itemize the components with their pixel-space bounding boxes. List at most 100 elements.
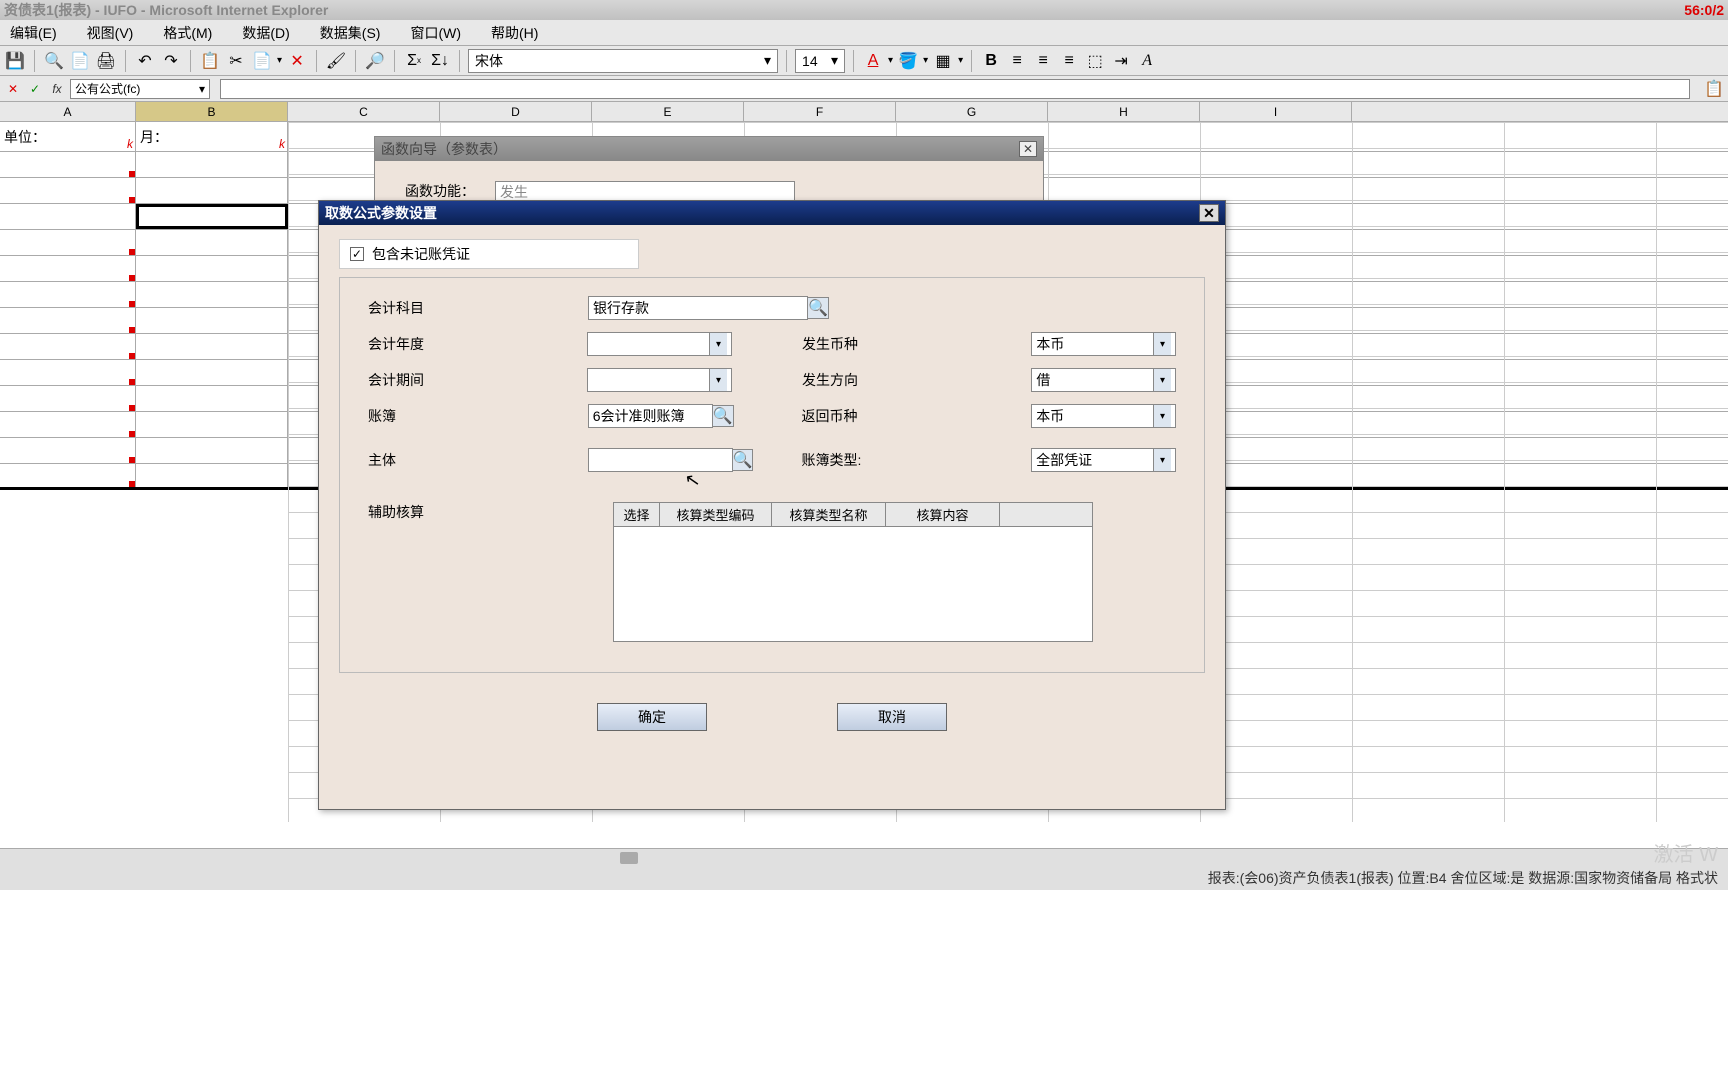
fx-icon[interactable]: fx [48, 80, 66, 98]
menu-format[interactable]: 格式(M) [163, 23, 212, 43]
occur-direction-combo[interactable]: 借 ▾ [1031, 368, 1176, 392]
chevron-down-icon[interactable]: ▾ [199, 82, 205, 96]
dropdown-arrow-icon[interactable]: ▾ [958, 55, 963, 66]
return-currency-combo[interactable]: 本币 ▾ [1031, 404, 1176, 428]
cell-b1[interactable]: 月： [136, 122, 288, 151]
chevron-down-icon[interactable]: ▾ [709, 369, 727, 391]
cell[interactable] [136, 360, 288, 385]
col-header-e[interactable]: E [592, 102, 744, 121]
col-header-c[interactable]: C [288, 102, 440, 121]
cell[interactable] [136, 152, 288, 177]
font-color-icon[interactable]: A [862, 50, 884, 72]
menu-dataset[interactable]: 数据集(S) [320, 23, 381, 43]
dropdown-arrow-icon[interactable]: ▾ [888, 55, 893, 66]
col-header-a[interactable]: A [0, 102, 136, 121]
menu-window[interactable]: 窗口(W) [410, 23, 461, 43]
cell[interactable] [0, 230, 136, 255]
cell[interactable] [0, 178, 136, 203]
close-icon[interactable]: ✕ [1019, 141, 1037, 157]
delete-icon[interactable]: ✕ [286, 50, 308, 72]
cell[interactable] [136, 256, 288, 281]
aux-accounting-table[interactable]: 选择 核算类型编码 核算类型名称 核算内容 [613, 502, 1093, 642]
bold-icon[interactable]: B [980, 50, 1002, 72]
ledger-input[interactable]: 6会计准则账簿 [588, 404, 713, 428]
save-icon[interactable]: 💾 [4, 50, 26, 72]
ledger-type-combo[interactable]: 全部凭证 ▾ [1031, 448, 1176, 472]
accept-formula-icon[interactable]: ✓ [26, 80, 44, 98]
search-icon[interactable]: 🔍 [807, 297, 829, 319]
print-icon[interactable]: 🖨 [95, 50, 117, 72]
extra-tool-icon[interactable]: 📋 [1704, 79, 1724, 99]
dropdown-arrow-icon[interactable]: ▾ [277, 55, 282, 66]
cell[interactable] [136, 386, 288, 411]
cut-icon[interactable]: ✂ [225, 50, 247, 72]
cell[interactable] [0, 152, 136, 177]
cell[interactable] [136, 464, 288, 487]
aux-th-code[interactable]: 核算类型编码 [660, 503, 772, 527]
italic-style-icon[interactable]: A [1136, 50, 1158, 72]
find-icon[interactable]: 🔎 [364, 50, 386, 72]
formula-type-dropdown[interactable]: 公有公式(fc) ▾ [70, 79, 210, 99]
cancel-formula-icon[interactable]: ✕ [4, 80, 22, 98]
page-setup-icon[interactable]: 📄 [69, 50, 91, 72]
cell[interactable] [0, 308, 136, 333]
copy-icon[interactable]: 📋 [199, 50, 221, 72]
align-right-icon[interactable]: ≡ [1058, 50, 1080, 72]
border-icon[interactable]: ▦ [932, 50, 954, 72]
cell[interactable] [136, 308, 288, 333]
sigma-icon[interactable]: Σx [403, 50, 425, 72]
account-subject-input[interactable]: 银行存款 [588, 296, 808, 320]
col-header-i[interactable]: I [1200, 102, 1352, 121]
format-painter-icon[interactable]: 🖌 [325, 50, 347, 72]
cell[interactable] [0, 204, 136, 229]
font-name-dropdown[interactable]: 宋体 ▾ [468, 49, 778, 73]
cell[interactable] [136, 412, 288, 437]
active-cell-b4[interactable] [136, 204, 288, 229]
menu-view[interactable]: 视图(V) [87, 23, 134, 43]
horizontal-scrollbar[interactable] [0, 848, 1728, 866]
paste-icon[interactable]: 📄 [251, 50, 273, 72]
chevron-down-icon[interactable]: ▾ [1153, 449, 1171, 471]
aux-th-name[interactable]: 核算类型名称 [772, 503, 886, 527]
col-header-g[interactable]: G [896, 102, 1048, 121]
chevron-down-icon[interactable]: ▾ [709, 333, 727, 355]
dropdown-arrow-icon[interactable]: ▾ [923, 55, 928, 66]
align-left-icon[interactable]: ≡ [1006, 50, 1028, 72]
wizard-title-bar[interactable]: 函数向导（参数表） ✕ [375, 137, 1043, 161]
cell[interactable] [0, 438, 136, 463]
cell[interactable] [0, 334, 136, 359]
checkbox-icon[interactable]: ✓ [350, 247, 364, 261]
sum-icon[interactable]: Σ↓ [429, 50, 451, 72]
col-header-d[interactable]: D [440, 102, 592, 121]
occur-currency-combo[interactable]: 本币 ▾ [1031, 332, 1176, 356]
col-header-h[interactable]: H [1048, 102, 1200, 121]
cell[interactable] [136, 438, 288, 463]
account-period-combo[interactable]: ▾ [587, 368, 732, 392]
cell[interactable] [0, 464, 136, 487]
account-year-combo[interactable]: ▾ [587, 332, 732, 356]
close-icon[interactable]: ✕ [1199, 204, 1219, 222]
menu-edit[interactable]: 编辑(E) [10, 23, 57, 43]
aux-th-select[interactable]: 选择 [614, 503, 660, 527]
indent-icon[interactable]: ⇥ [1110, 50, 1132, 72]
aux-th-content[interactable]: 核算内容 [886, 503, 1000, 527]
cell[interactable] [136, 178, 288, 203]
include-unposted-checkbox[interactable]: ✓ 包含未记账凭证 [339, 239, 639, 269]
undo-icon[interactable]: ↶ [134, 50, 156, 72]
ok-button[interactable]: 确定 [597, 703, 707, 731]
cell[interactable] [136, 282, 288, 307]
cell[interactable] [136, 334, 288, 359]
font-size-dropdown[interactable]: 14 ▾ [795, 49, 845, 73]
chevron-down-icon[interactable]: ▾ [831, 52, 838, 69]
menu-data[interactable]: 数据(D) [242, 23, 289, 43]
cell[interactable] [0, 360, 136, 385]
formula-input[interactable] [220, 79, 1690, 99]
cancel-button[interactable]: 取消 [837, 703, 947, 731]
merge-icon[interactable]: ⬚ [1084, 50, 1106, 72]
chevron-down-icon[interactable]: ▾ [764, 52, 771, 69]
search-icon[interactable]: 🔍 [712, 405, 734, 427]
cell[interactable] [0, 412, 136, 437]
col-header-f[interactable]: F [744, 102, 896, 121]
col-header-b[interactable]: B [136, 102, 288, 121]
redo-icon[interactable]: ↷ [160, 50, 182, 72]
